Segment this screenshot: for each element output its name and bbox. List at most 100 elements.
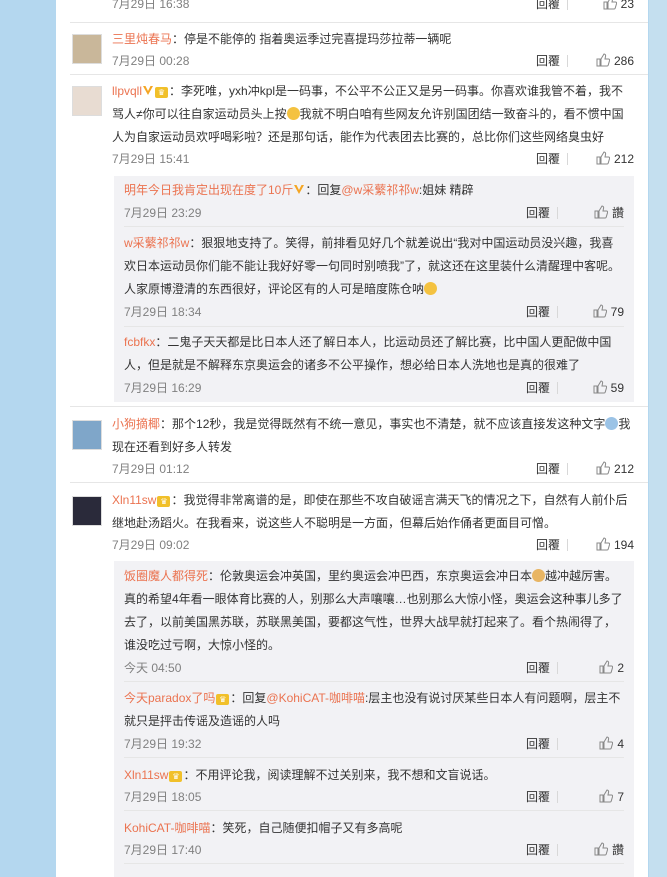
comment-user[interactable]: 三里炖春马: [112, 32, 172, 46]
reply-button[interactable]: 回覆: [526, 840, 550, 860]
reply-user[interactable]: fcbfkx: [124, 335, 155, 349]
like-count: 7: [617, 790, 624, 804]
like-button[interactable]: 194: [570, 535, 634, 555]
like-count: 讚: [611, 843, 624, 857]
reply-meta: 7月29日 18:34 回覆 79: [124, 302, 624, 322]
thumb-up-icon: [596, 537, 610, 551]
reply-user[interactable]: Xln11sw: [124, 768, 168, 782]
divider: [557, 382, 558, 394]
thumb-up-icon: [596, 461, 610, 475]
comment-meta: 7月29日 15:41 回覆 212: [112, 149, 634, 169]
like-count: 212: [613, 152, 634, 166]
reply-user[interactable]: 饭圈魔人都得死: [124, 569, 208, 583]
reply-list: 明年今日我肯定出现在度了10斤 ：回复@w采蘩祁祁w:姐妹 精辟 7月29日 23…: [114, 176, 634, 402]
avatar[interactable]: [72, 86, 102, 116]
comment-meta: 7月29日 00:28 回覆 286: [112, 51, 634, 71]
divider: [124, 226, 624, 227]
reply-body: ：笑死，自己随便扣帽子又有多高呢: [210, 821, 403, 835]
like-button[interactable]: 212: [570, 459, 634, 479]
divider: [124, 810, 624, 811]
comment-time: 7月29日 16:38: [112, 0, 190, 11]
comment-meta: 7月29日 01:12 回覆 212: [112, 459, 634, 479]
comment-body: ：我觉得非常离谱的是，即使在那些不攻自破谣言满天飞的情况之下，自然有人前仆后继地…: [112, 493, 628, 530]
comment-list-panel: 7月29日 16:38 回覆 23 三里炖春马：停是不能停的 指着奥运季过完喜提…: [56, 0, 648, 877]
thumb-up-icon: [594, 842, 608, 856]
reply-button[interactable]: 回覆: [536, 51, 560, 71]
like-button[interactable]: 79: [560, 302, 624, 322]
avatar[interactable]: [72, 496, 102, 526]
like-button[interactable]: 讚: [560, 840, 624, 860]
reply-button[interactable]: 回覆: [536, 0, 560, 14]
comment-user[interactable]: Xln11sw: [112, 493, 156, 507]
reply-meta: 7月29日 18:05 回覆 7: [124, 787, 624, 807]
comment-text: 三里炖春马：停是不能停的 指着奥运季过完喜提玛莎拉蒂一辆呢: [112, 28, 634, 51]
divider: [557, 844, 558, 856]
reply-body: :姐妹 精辟: [418, 183, 474, 197]
reply-button[interactable]: 回覆: [526, 203, 550, 223]
emoji-icon: [424, 282, 438, 295]
reply-button[interactable]: 回覆: [526, 302, 550, 322]
reply-button[interactable]: 回覆: [536, 459, 560, 479]
thumb-up-icon: [599, 660, 614, 674]
mention-link[interactable]: @w采蘩祁祁w: [341, 183, 419, 197]
like-button[interactable]: 23: [570, 0, 634, 14]
reply-button[interactable]: 回覆: [526, 787, 550, 807]
divider: [557, 791, 558, 803]
like-button[interactable]: 7: [560, 787, 624, 807]
thumb-up-icon: [596, 151, 610, 165]
like-count: 2: [617, 661, 624, 675]
divider: [70, 74, 648, 75]
reply-meta: 7月29日 16:29 回覆 59: [124, 378, 624, 398]
comment-time: 7月29日 00:28: [112, 54, 190, 68]
divider: [70, 22, 648, 23]
like-count: 286: [613, 54, 634, 68]
reply-text: KohiCAT-咖啡喵：笑死，自己随便扣帽子又有多高呢: [124, 817, 624, 840]
reply-button[interactable]: 回覆: [526, 378, 550, 398]
thumb-up-icon: [593, 304, 607, 318]
comment-body: ：停是不能停的 指着奥运季过完喜提玛莎拉蒂一辆呢: [172, 32, 452, 46]
avatar[interactable]: [72, 420, 102, 450]
reply-body: ：伦敦奥运会冲英国，里约奥运会冲巴西，东京奥运会冲日本: [208, 569, 533, 583]
reply-user[interactable]: KohiCAT-咖啡喵: [124, 821, 210, 835]
vip-badge-icon: ♛: [216, 694, 230, 705]
like-button[interactable]: 212: [570, 149, 634, 169]
mention-link[interactable]: @KohiCAT-咖啡喵: [266, 691, 365, 705]
reply-text: fcbfkx：二鬼子天天都是比日本人还了解日本人，比运动员还了解比赛，比中国人更…: [124, 331, 624, 377]
comment-meta: 7月29日 16:38 回覆 23: [112, 0, 634, 14]
reply-meta: 今天 04:50 回覆 2: [124, 658, 624, 678]
verified-v-icon: [294, 185, 305, 194]
scrollbar-track[interactable]: [649, 0, 667, 877]
reply-button[interactable]: 回覆: [536, 149, 560, 169]
avatar[interactable]: [72, 34, 102, 64]
like-button[interactable]: 4: [560, 734, 624, 754]
reply-body: ：狠狠地支持了。笑得，前排看见好几个就差说出“我对中国运动员没兴趣，我喜欢日本运…: [124, 236, 620, 296]
like-count: 194: [613, 538, 634, 552]
comment-user[interactable]: 小狗摘椰: [112, 417, 160, 431]
reply-button[interactable]: 回覆: [526, 734, 550, 754]
divider: [124, 681, 624, 682]
reply-button[interactable]: 回覆: [536, 535, 560, 555]
reply-button[interactable]: 回覆: [526, 658, 550, 678]
reply-time: 7月29日 23:29: [124, 206, 202, 220]
like-count: 4: [617, 737, 624, 751]
like-button[interactable]: 2: [560, 658, 624, 678]
comment-user[interactable]: llpvqll: [112, 84, 142, 98]
reply-text: w采蘩祁祁w：狠狠地支持了。笑得，前排看见好几个就差说出“我对中国运动员没兴趣，…: [124, 232, 624, 301]
like-button[interactable]: 讚: [560, 203, 624, 223]
vip-badge-icon: ♛: [169, 771, 183, 782]
reply-user[interactable]: 明年今日我肯定出现在度了10斤: [124, 183, 293, 197]
divider: [70, 406, 648, 407]
comment-time: 7月29日 15:41: [112, 152, 190, 166]
reply-prefix: ：回复: [230, 691, 267, 705]
like-button[interactable]: 286: [570, 51, 634, 71]
comment-meta: 7月29日 09:02 回覆 194: [112, 535, 634, 555]
like-button[interactable]: 59: [560, 378, 624, 398]
comment-time: 7月29日 01:12: [112, 462, 190, 476]
reply-text: 明年今日我肯定出现在度了10斤 ：回复@w采蘩祁祁w:姐妹 精辟: [124, 179, 624, 202]
comment-text: Xln11sw ♛ ：我觉得非常离谱的是，即使在那些不攻自破谣言满天飞的情况之下，自…: [112, 489, 634, 535]
reply-user[interactable]: 今天paradox了吗: [124, 691, 215, 705]
divider: [567, 539, 568, 551]
comment-text: llpvqll ♛ ：李死唯，yxh冲kpl是一码事，不公平不公正又是另一码事。你喜…: [112, 80, 634, 149]
reply-user[interactable]: w采蘩祁祁w: [124, 236, 189, 250]
reply-time: 7月29日 18:05: [124, 790, 202, 804]
